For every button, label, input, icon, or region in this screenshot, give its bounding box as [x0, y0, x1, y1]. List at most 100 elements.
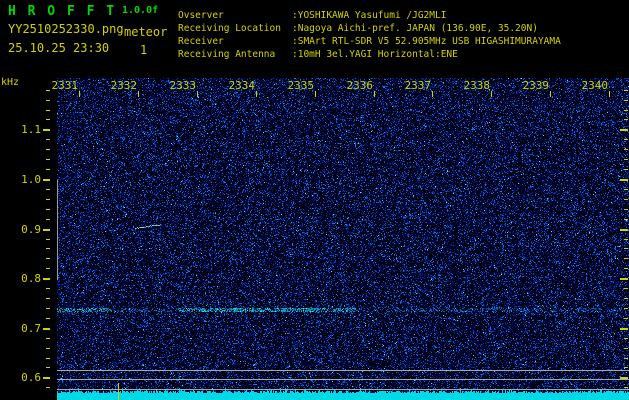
reference-line-lower [57, 389, 629, 390]
y-minor-tick-right [624, 268, 628, 269]
y-minor-tick-right [624, 298, 628, 299]
station-info-label: Receiver [178, 36, 224, 47]
y-minor-tick-left [46, 239, 50, 240]
output-filename: YY2510252330.png [8, 22, 124, 36]
y-major-tick-left [43, 129, 50, 131]
y-minor-tick-left [46, 159, 50, 160]
station-info-label: Receiving Location [178, 23, 281, 34]
hrofft-window: H R O F F T 1.0.0f YY2510252330.png mete… [0, 0, 629, 400]
y-minor-tick-left [46, 308, 50, 309]
x-tick-label: 2333 [169, 79, 197, 92]
y-minor-tick-right [624, 387, 628, 388]
y-minor-tick-right [624, 348, 628, 349]
y-minor-tick-right [624, 119, 628, 120]
y-minor-tick-left [46, 288, 50, 289]
y-minor-tick-right [624, 110, 628, 111]
y-major-tick-right [620, 328, 628, 330]
y-minor-tick-left [46, 358, 50, 359]
y-major-tick-right [620, 278, 628, 280]
x-tick-mark [197, 91, 198, 97]
station-info-value: :YOSHIKAWA Yasufumi /JG2MLI [292, 10, 447, 21]
app-title: H R O F F T [8, 4, 117, 19]
y-minor-tick-left [46, 139, 50, 140]
y-major-tick-left [43, 377, 50, 379]
station-info-label: Ovserver [178, 10, 224, 21]
y-minor-tick-right [624, 159, 628, 160]
y-minor-tick-left [46, 209, 50, 210]
y-major-tick-left [43, 278, 50, 280]
station-info-row: Receiving Location :Nagoya Aichi-pref. JA… [178, 22, 628, 35]
y-minor-tick-left [46, 110, 50, 111]
y-tick-label: 0.7 [21, 322, 41, 335]
x-tick-mark [315, 91, 316, 97]
y-minor-tick-right [624, 149, 628, 150]
y-minor-tick-left [46, 90, 50, 91]
x-tick-label: 2336 [346, 79, 374, 92]
y-minor-tick-right [624, 248, 628, 249]
station-info-value: :SMArt RTL-SDR V5 52.905MHz USB HIGASHIM… [292, 36, 561, 47]
y-minor-tick-left [46, 338, 50, 339]
x-tick-label: 2337 [404, 79, 432, 92]
y-minor-tick-right [624, 239, 628, 240]
y-major-tick-left [43, 229, 50, 231]
y-minor-tick-left [46, 348, 50, 349]
y-tick-label: 1.0 [21, 173, 41, 186]
x-tick-mark [491, 91, 492, 97]
x-tick-mark [609, 91, 610, 97]
station-info-block: Ovserver:YOSHIKAWA Yasufumi /JG2MLI Recei… [178, 9, 628, 61]
y-minor-tick-left [46, 189, 50, 190]
y-minor-tick-right [624, 90, 628, 91]
x-tick-label: 2335 [287, 79, 315, 92]
detection-band-marker [57, 180, 58, 280]
y-major-tick-left [43, 328, 50, 330]
spectrogram-canvas [57, 78, 629, 400]
station-info-label: Receiving Antenna [178, 49, 276, 60]
reference-line-middle [57, 379, 629, 380]
y-minor-tick-right [624, 258, 628, 259]
x-tick-mark [256, 91, 257, 97]
y-minor-tick-right [624, 209, 628, 210]
y-minor-tick-left [46, 149, 50, 150]
x-tick-label: 2340 [581, 79, 609, 92]
y-major-tick-right [620, 179, 628, 181]
y-minor-tick-left [46, 258, 50, 259]
x-tick-label: 2338 [463, 79, 491, 92]
y-minor-tick-right [624, 288, 628, 289]
y-axis-unit-label: kHz [1, 77, 20, 88]
y-minor-tick-left [46, 219, 50, 220]
echo-count: 1 [140, 43, 148, 57]
y-minor-tick-right [624, 308, 628, 309]
y-minor-tick-left [46, 367, 50, 368]
y-minor-tick-left [46, 318, 50, 319]
x-tick-mark [138, 91, 139, 97]
x-tick-mark [550, 91, 551, 97]
y-minor-tick-right [624, 219, 628, 220]
y-minor-tick-right [624, 338, 628, 339]
timestamp: 25.10.25 23:30 [8, 41, 110, 55]
y-minor-tick-right [624, 169, 628, 170]
station-info-value: :Nagoya Aichi-pref. JAPAN (136.90E, 35.2… [292, 23, 538, 34]
station-info-value: :10mH 3el.YAGI Horizontal:ENE [292, 49, 458, 60]
x-tick-mark [432, 91, 433, 97]
mode-label: meteor [124, 25, 168, 39]
y-minor-tick-right [624, 199, 628, 200]
y-minor-tick-left [46, 387, 50, 388]
station-info-row: Receiver :SMArt RTL-SDR V5 52.905MHz USB … [178, 35, 628, 48]
y-tick-label: 0.9 [21, 223, 41, 236]
y-minor-tick-left [46, 298, 50, 299]
y-minor-tick-left [46, 119, 50, 120]
station-info-row: Ovserver :YOSHIKAWA Yasufumi /JG2MLI [178, 9, 628, 22]
y-major-tick-right [620, 229, 628, 231]
y-minor-tick-right [624, 318, 628, 319]
x-tick-mark [79, 91, 80, 97]
y-minor-tick-left [46, 248, 50, 249]
y-minor-tick-left [46, 268, 50, 269]
reference-line-upper [57, 370, 629, 371]
y-minor-tick-right [624, 367, 628, 368]
y-minor-tick-right [624, 189, 628, 190]
y-minor-tick-left [46, 199, 50, 200]
x-tick-label: 2339 [522, 79, 550, 92]
y-minor-tick-left [46, 169, 50, 170]
y-major-tick-left [43, 179, 50, 181]
station-info-row: Receiving Antenna :10mH 3el.YAGI Horizont… [178, 48, 628, 61]
